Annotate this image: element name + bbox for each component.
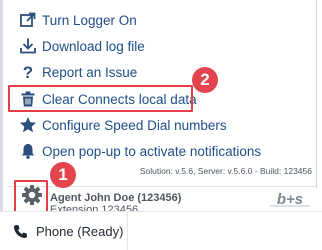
left-border (0, 0, 3, 211)
menu-item-label: Clear Connects local data (42, 91, 197, 107)
bell-icon (18, 141, 38, 161)
company-logo: b+s (270, 191, 310, 208)
external-link-icon (18, 10, 38, 30)
settings-menu-panel: Turn Logger On Download log file ? Repor… (0, 0, 322, 216)
menu-item-configure-speed-dial[interactable]: Configure Speed Dial numbers (18, 114, 310, 136)
footer-divider (8, 186, 316, 187)
phone-status-label: Phone (Ready) (36, 224, 124, 239)
menu-item-label: Download log file (42, 38, 145, 54)
menu-item-report-issue[interactable]: ? Report an Issue (18, 61, 310, 83)
agent-name: Agent John Doe (123456) (50, 192, 182, 204)
trash-icon (18, 89, 38, 109)
menu-item-label: Configure Speed Dial numbers (42, 117, 227, 133)
version-info: Solution: v.5.6, Server: v.5.6.0 - Build… (139, 166, 312, 176)
settings-button[interactable] (15, 181, 48, 214)
menu-item-download-log-file[interactable]: Download log file (18, 35, 310, 57)
menu-item-label: Open pop-up to activate notifications (42, 143, 262, 159)
right-divider (316, 0, 317, 188)
menu-item-clear-local-data[interactable]: Clear Connects local data (18, 88, 310, 110)
callout-badge-2: 2 (192, 67, 218, 93)
phone-status-tab[interactable]: Phone (Ready) (0, 212, 128, 250)
menu-item-turn-logger-on[interactable]: Turn Logger On (18, 9, 310, 31)
menu-item-activate-notifications[interactable]: Open pop-up to activate notifications (18, 140, 310, 162)
menu-item-label: Report an Issue (42, 64, 138, 80)
svg-text:b+s: b+s (277, 191, 303, 208)
status-bar: Phone (Ready) (0, 211, 322, 250)
phone-icon (13, 224, 29, 240)
question-mark-icon: ? (18, 62, 38, 82)
gear-icon (21, 184, 43, 211)
download-icon (18, 36, 38, 56)
svg-text:?: ? (23, 63, 33, 81)
star-icon (18, 115, 38, 135)
callout-badge-1: 1 (50, 162, 76, 188)
menu-item-label: Turn Logger On (42, 12, 137, 28)
